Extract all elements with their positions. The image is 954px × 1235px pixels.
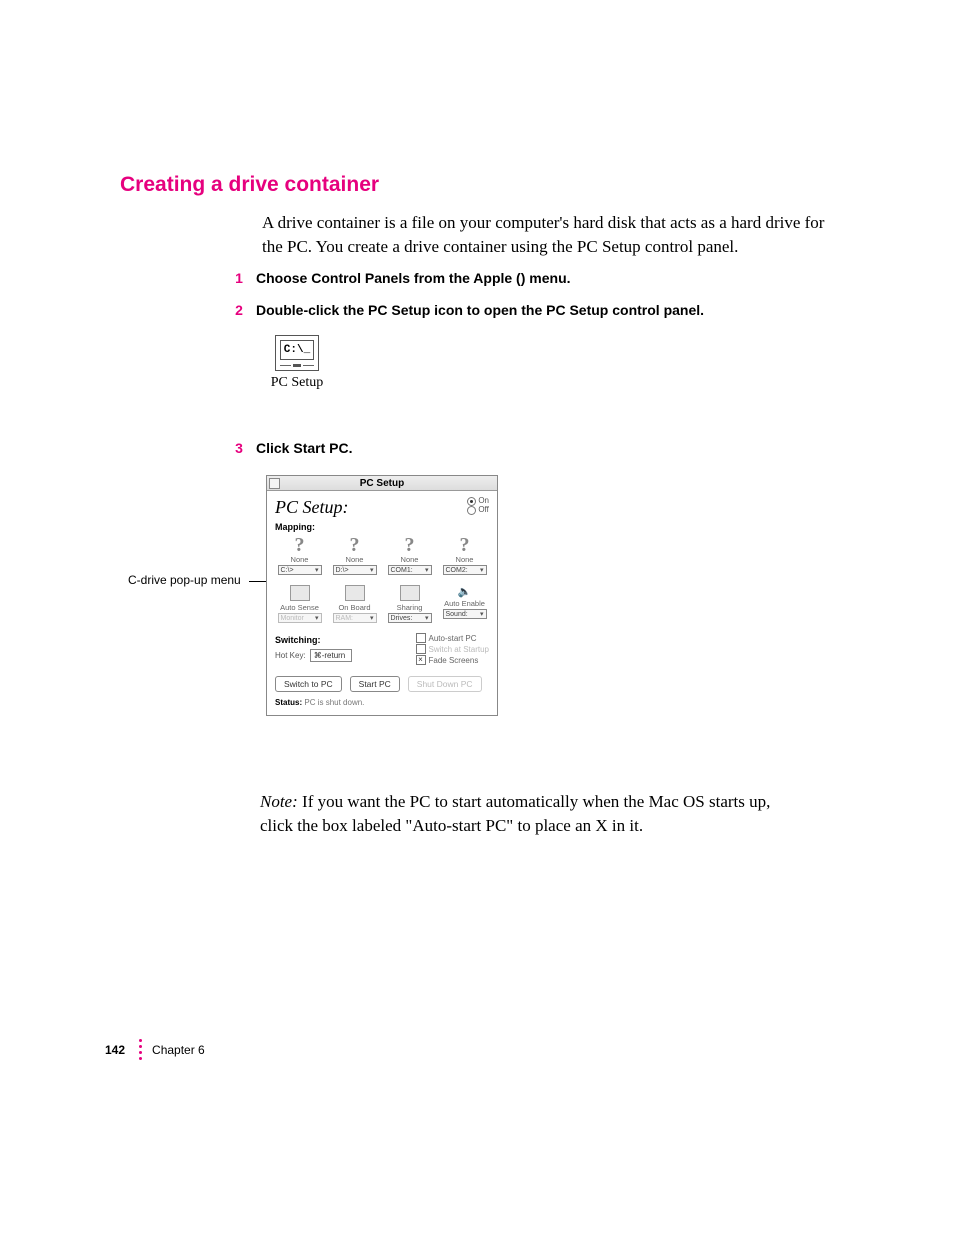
hotkey-select[interactable]: ⌘-return: [310, 649, 353, 662]
pc-setup-window: PC Setup PC Setup: On Off Mapping: ?None…: [266, 475, 498, 716]
step-3-text: Click Start PC.: [256, 440, 352, 456]
shut-down-pc-button[interactable]: Shut Down PC: [408, 676, 482, 692]
question-icon: ?: [330, 536, 379, 554]
switch-startup-checkbox[interactable]: [416, 644, 426, 654]
switching-label: Switching:: [275, 635, 352, 645]
fade-screens-checkbox[interactable]: [416, 655, 426, 665]
opt-2-caption: Sharing: [385, 603, 434, 612]
ram-popup[interactable]: RAM:▾: [333, 613, 377, 623]
mapping-1-caption: None: [330, 555, 379, 564]
radio-off[interactable]: [467, 506, 476, 515]
footer-dots-icon: [139, 1039, 142, 1060]
question-icon: ?: [385, 536, 434, 554]
mapping-3-caption: None: [440, 555, 489, 564]
speaker-icon: 🔈: [440, 585, 489, 598]
c-drive-popup[interactable]: C:\>▾: [278, 565, 322, 575]
mapping-0-caption: None: [275, 555, 324, 564]
pc-setup-header: PC Setup:: [275, 497, 349, 518]
on-off-radios: On Off: [467, 497, 489, 515]
switch-to-pc-button[interactable]: Switch to PC: [275, 676, 342, 692]
sound-popup[interactable]: Sound:▾: [443, 609, 487, 619]
monitor-popup[interactable]: Monitor▾: [278, 613, 322, 623]
step-2-number: 2: [226, 302, 252, 318]
section-title: Creating a drive container: [120, 173, 379, 197]
fade-screens-label: Fade Screens: [429, 656, 479, 665]
radio-off-label: Off: [478, 506, 489, 515]
pcsetup-icon-inner: C:\_: [280, 340, 314, 360]
pcsetup-icon-graphic: C:\_: [275, 335, 319, 371]
step-3: 3 Click Start PC.: [226, 440, 352, 458]
intro-paragraph: A drive container is a file on your comp…: [262, 211, 832, 259]
opt-1-caption: On Board: [330, 603, 379, 612]
step-1-text-before: Choose Control Panels from the Apple (: [256, 270, 521, 286]
note-paragraph: Note: If you want the PC to start automa…: [260, 790, 800, 838]
opt-3-caption: Auto Enable: [440, 599, 489, 608]
drives-popup[interactable]: Drives:▾: [388, 613, 432, 623]
hotkey-label: Hot Key:: [275, 651, 306, 660]
options-grid: Auto SenseMonitor▾ On BoardRAM:▾ Sharing…: [275, 585, 489, 623]
page-number: 142: [105, 1043, 125, 1057]
pc-setup-titlebar[interactable]: PC Setup: [267, 476, 497, 491]
com1-popup[interactable]: COM1:▾: [388, 565, 432, 575]
ram-icon: [345, 585, 365, 601]
note-lead: Note:: [260, 792, 298, 811]
pc-setup-title-text: PC Setup: [360, 478, 404, 489]
question-icon: ?: [275, 536, 324, 554]
note-text: If you want the PC to start automaticall…: [260, 792, 770, 835]
com2-popup[interactable]: COM2:▾: [443, 565, 487, 575]
start-pc-button[interactable]: Start PC: [350, 676, 400, 692]
step-2: 2 Double-click the PC Setup icon to open…: [226, 302, 704, 320]
pcsetup-desktop-icon: C:\_ PC Setup: [262, 335, 332, 391]
step-1-text-after: ) menu.: [521, 270, 571, 286]
step-2-text: Double-click the PC Setup icon to open t…: [256, 302, 704, 318]
d-drive-popup[interactable]: D:\>▾: [333, 565, 377, 575]
auto-start-label: Auto-start PC: [429, 634, 477, 643]
step-3-number: 3: [226, 440, 252, 456]
step-1: 1 Choose Control Panels from the Apple (…: [226, 270, 571, 288]
sharing-icon: [400, 585, 420, 601]
page-footer: 142 Chapter 6: [105, 1039, 205, 1060]
pcsetup-icon-caption: PC Setup: [262, 375, 332, 391]
chapter-label: Chapter 6: [152, 1043, 205, 1057]
mapping-2-caption: None: [385, 555, 434, 564]
step-1-number: 1: [226, 270, 252, 286]
close-icon[interactable]: [269, 478, 280, 489]
auto-start-checkbox[interactable]: [416, 633, 426, 643]
radio-on[interactable]: [467, 497, 476, 506]
question-icon: ?: [440, 536, 489, 554]
mapping-grid: ?NoneC:\>▾ ?NoneD:\>▾ ?NoneCOM1:▾ ?NoneC…: [275, 536, 489, 575]
monitor-icon: [290, 585, 310, 601]
callout-c-drive-popup: C-drive pop-up menu: [128, 573, 241, 587]
opt-0-caption: Auto Sense: [275, 603, 324, 612]
switch-startup-label: Switch at Startup: [429, 645, 489, 654]
status-line: Status: PC is shut down.: [275, 698, 489, 707]
mapping-label: Mapping:: [275, 522, 489, 532]
